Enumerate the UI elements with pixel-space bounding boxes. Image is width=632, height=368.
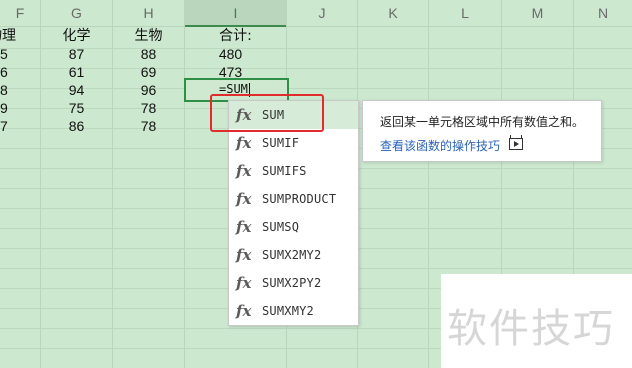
function-item-sumx2my2[interactable]: fx SUMX2MY2 [229,241,358,269]
grid-line [428,0,429,368]
function-name: SUMSQ [262,220,300,234]
column-header-i[interactable]: I [185,0,286,27]
column-header-h[interactable]: H [113,0,184,27]
function-item-sumif[interactable]: fx SUMIF [229,129,358,157]
highlight-annotation-box [210,94,324,132]
function-item-sumsq[interactable]: fx SUMSQ [229,213,358,241]
watermark-text: 软件技巧 [447,306,615,352]
function-name: SUMIFS [262,164,307,178]
function-name: SUMX2PY2 [262,276,322,290]
cell-f6[interactable]: 7 [0,115,12,137]
column-header-m[interactable]: M [502,0,573,27]
spreadsheet-grid[interactable]: F G H I J K L M N 物理 化学 生物 合计: 5 87 88 4… [0,0,632,368]
function-name: SUMIF [262,136,300,150]
column-header-n[interactable]: N [574,0,632,27]
fx-icon: fx [236,190,252,208]
fx-icon: fx [236,218,252,236]
fx-icon: fx [236,246,252,264]
column-header-g[interactable]: G [41,0,112,27]
function-item-sumproduct[interactable]: fx SUMPRODUCT [229,185,358,213]
function-autocomplete-list[interactable]: fx SUM fx SUMIF fx SUMIFS fx SUMPRODUCT … [228,100,359,326]
cell-h6[interactable]: 78 [113,115,184,137]
function-tips-link[interactable]: 查看该函数的操作技巧 [380,137,500,154]
function-description: 返回某一单元格区域中所有数值之和。 [380,115,585,129]
function-item-sumifs[interactable]: fx SUMIFS [229,157,358,185]
cell-g6[interactable]: 86 [41,115,112,137]
fx-icon: fx [236,274,252,292]
fx-icon: fx [236,302,252,320]
function-name: SUMPRODUCT [262,192,337,206]
video-play-icon[interactable] [509,135,523,150]
fx-icon: fx [236,162,252,180]
function-name: SUMXMY2 [262,304,314,318]
column-header-f[interactable]: F [0,0,40,27]
function-item-sumx2py2[interactable]: fx SUMX2PY2 [229,269,358,297]
function-item-sumxmy2[interactable]: fx SUMXMY2 [229,297,358,325]
function-tooltip: 返回某一单元格区域中所有数值之和。 查看该函数的操作技巧 [362,100,602,162]
fx-icon: fx [236,134,252,152]
column-header-k[interactable]: K [358,0,428,27]
function-name: SUMX2MY2 [262,248,322,262]
column-header-l[interactable]: L [429,0,501,27]
watermark-panel: 软件技巧 [441,274,632,368]
column-header-j[interactable]: J [287,0,357,27]
